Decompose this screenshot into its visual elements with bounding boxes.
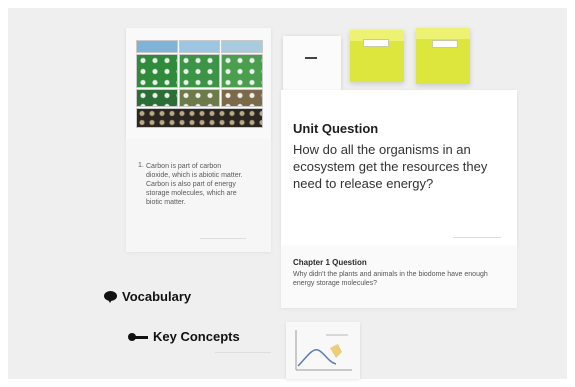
yellow-cube-left [350, 30, 404, 82]
small-card-mark [305, 57, 317, 59]
chapter-question-text: Why didn't the plants and animals in the… [293, 271, 488, 287]
photo-tile-mixed-2 [179, 89, 220, 107]
photo-tile-sky-1 [136, 40, 178, 53]
graph-illustration [295, 330, 352, 371]
small-blank-card [283, 36, 341, 90]
faint-rule [453, 237, 501, 238]
graph-caption-line [326, 334, 348, 336]
unit-question-card: Unit Question How do all the organisms i… [281, 90, 517, 246]
graph-curve [297, 349, 337, 367]
photo-grid-card [126, 28, 271, 140]
key-icon-stem [134, 336, 148, 339]
chapter-question-card: Chapter 1 Question Why didn't the plants… [281, 246, 517, 308]
yellow-cube-left-label [363, 39, 389, 47]
yellow-cube-right-label [432, 40, 458, 48]
unit-question-text: How do all the organisms in an ecosystem… [293, 142, 488, 191]
photo-tile-mixed-1 [136, 89, 178, 107]
graph-figure-shape [330, 344, 342, 358]
faint-rule [215, 352, 271, 353]
photo-tile-sky-2 [179, 40, 220, 53]
speech-bubble-tail [107, 298, 113, 303]
photo-grid [136, 40, 263, 128]
vocabulary-label: Vocabulary [122, 289, 192, 304]
faint-rule [200, 238, 246, 239]
photo-tile-sky-3 [221, 40, 263, 53]
photo-tile-plants-3 [221, 54, 263, 88]
graph-card [286, 322, 360, 379]
key-concepts-label: Key Concepts [153, 329, 240, 344]
carbon-text-card: 1. Carbon is part of carbon dioxide, whi… [126, 140, 271, 252]
unit-question-title: Unit Question [293, 121, 379, 136]
carbon-number: 1. [138, 162, 144, 169]
photo-tile-plants-1 [136, 54, 178, 88]
yellow-cube-right [416, 28, 470, 84]
carbon-text: Carbon is part of carbon dioxide, which … [146, 163, 243, 206]
yellow-cube-right-top [416, 28, 470, 39]
photo-tile-plants-2 [179, 54, 220, 88]
chapter-question-title: Chapter 1 Question [293, 258, 367, 267]
photo-tile-soil [136, 108, 263, 128]
photo-tile-mixed-3 [221, 89, 263, 107]
